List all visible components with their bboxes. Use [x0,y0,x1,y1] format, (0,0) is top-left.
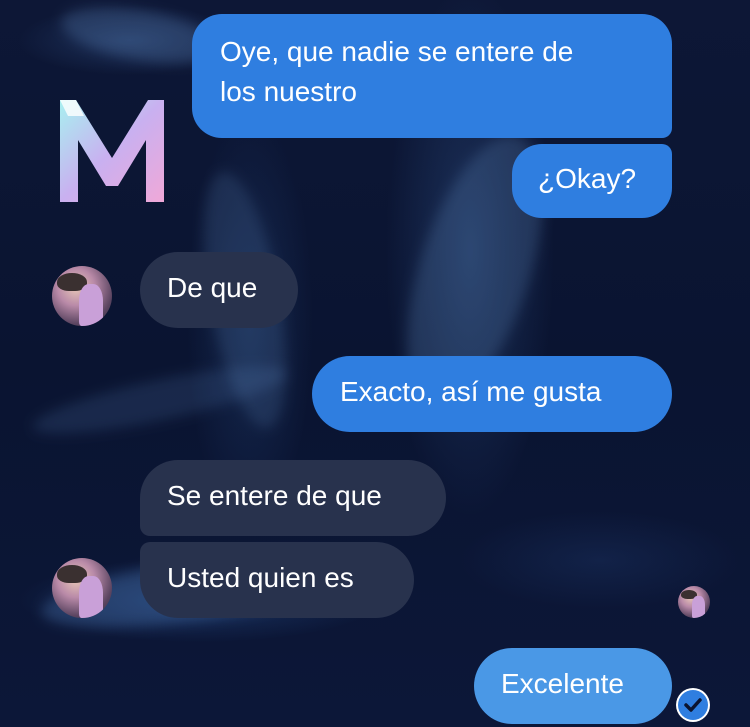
incoming-message-bubble[interactable]: Usted quien es [140,542,414,618]
contact-avatar[interactable] [52,558,112,618]
avatar-photo-detail [79,284,103,326]
message-text: Usted quien es [167,562,354,593]
outgoing-message-bubble[interactable]: ¿Okay? [512,144,672,218]
check-circle-icon [676,688,710,722]
message-text-line: Oye, que nadie se entere de [220,36,574,67]
incoming-message-bubble[interactable]: Se entere de que [140,460,446,536]
message-text-line: los nuestro [220,76,357,107]
seen-avatar [678,586,710,618]
outgoing-message-bubble[interactable]: Oye, que nadie se entere de los nuestro [192,14,672,138]
outgoing-message-bubble[interactable]: Exacto, así me gusta [312,356,672,432]
avatar-photo-detail [79,576,103,618]
contact-avatar[interactable] [52,266,112,326]
message-text: De que [167,272,258,303]
message-text: Excelente [501,668,624,699]
message-text: Exacto, así me gusta [340,376,602,407]
message-text: ¿Okay? [538,163,637,194]
m-logo: M [60,100,164,202]
avatar-photo-detail [692,595,706,618]
incoming-message-bubble[interactable]: De que [140,252,298,328]
outgoing-message-bubble[interactable]: Excelente [474,648,672,724]
message-text: Se entere de que [167,480,382,511]
